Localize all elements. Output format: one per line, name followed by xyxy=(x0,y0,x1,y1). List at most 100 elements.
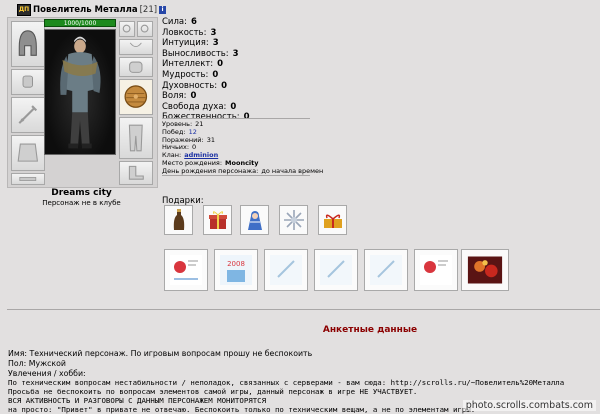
gift-card[interactable] xyxy=(314,249,358,291)
draws-value: 0 xyxy=(192,143,197,152)
stat-value: 0 xyxy=(212,69,219,80)
profile-gender-line: Пол: Мужской xyxy=(8,359,66,368)
snow-card-icon xyxy=(370,255,402,285)
helmet-slot[interactable] xyxy=(11,21,45,67)
stat-row: Сила: 6 xyxy=(162,17,250,28)
amulet-icon xyxy=(130,42,142,48)
stat-value: 0 xyxy=(190,91,197,102)
gift-item[interactable] xyxy=(203,205,232,235)
info-icon[interactable]: i xyxy=(159,6,167,14)
info-label: Поражений: xyxy=(162,135,204,144)
warrior-figure-icon xyxy=(60,36,101,149)
birthplace-value: Mooncity xyxy=(225,158,259,167)
snowflake-icon xyxy=(283,210,304,230)
info-label: Побед: xyxy=(162,127,186,136)
ring-slot-2[interactable] xyxy=(137,21,153,37)
info-label: День рождения персонажа: xyxy=(162,166,259,175)
shield-slot[interactable] xyxy=(119,79,153,115)
clan-link[interactable]: adminion xyxy=(184,151,218,159)
gift-card[interactable] xyxy=(414,249,458,291)
profile-title: Анкетные данные xyxy=(322,325,418,335)
stat-row: Выносливость: 3 xyxy=(162,49,250,60)
stat-label: Духовность: xyxy=(162,80,218,91)
armor-icon xyxy=(17,143,39,163)
character-name: Повелитель Металла xyxy=(33,5,138,15)
info-label: Место рождения: xyxy=(162,158,223,167)
new-year-card-icon xyxy=(420,255,452,285)
bracers-icon xyxy=(22,76,34,88)
stat-value: 0 xyxy=(217,59,224,70)
boots-icon xyxy=(129,166,144,180)
character-level: [21] xyxy=(139,5,158,15)
stat-label: Интуиция: xyxy=(162,38,209,49)
stat-row: Свобода духа: 0 xyxy=(162,102,250,113)
stat-label: Интеллект: xyxy=(162,59,214,70)
gift-item[interactable] xyxy=(318,205,347,235)
stat-label: Воля: xyxy=(162,91,187,102)
stats-list: Сила: 6 Ловкость: 3 Интуиция: 3 Выносливост… xyxy=(162,17,250,123)
birthday-value: до начала времен xyxy=(261,166,324,175)
watermark: photo.scrolls.combats.com xyxy=(462,400,596,411)
round-shield-icon xyxy=(124,85,148,109)
gift-card[interactable] xyxy=(461,249,509,291)
stat-row: Ловкость: 3 xyxy=(162,28,250,39)
info-label: Клан: xyxy=(162,151,182,160)
ring-slot-1[interactable] xyxy=(119,21,135,37)
level-value: 21 xyxy=(195,120,204,128)
profile-hobby-label: Увлечения / хобби: xyxy=(8,369,86,378)
calendar-card-icon: 2008 xyxy=(220,255,252,285)
gift-box-icon xyxy=(208,211,227,229)
club-status: Персонаж не в клубе xyxy=(42,199,121,207)
sword-icon xyxy=(18,105,38,125)
belt-icon xyxy=(19,177,37,181)
gift-card[interactable] xyxy=(164,249,208,291)
amulet-slot[interactable] xyxy=(119,39,153,55)
svg-text:2008: 2008 xyxy=(227,260,245,268)
stat-row: Интеллект: 0 xyxy=(162,59,250,70)
stat-value: 3 xyxy=(210,27,217,38)
belt-slot[interactable] xyxy=(11,173,45,185)
leggings-icon xyxy=(129,124,143,152)
gift-item[interactable] xyxy=(164,205,193,235)
equipment-panel: 1000/1000 xyxy=(7,17,158,188)
character-header: ДП Повелитель Металла [21] i xyxy=(17,4,167,16)
divider xyxy=(7,309,600,310)
stat-row: Мудрость: 0 xyxy=(162,70,250,81)
new-year-card-icon xyxy=(170,255,202,285)
leggings-slot[interactable] xyxy=(119,117,153,159)
bottle-gift-icon xyxy=(173,209,184,230)
city-name: Dreams city xyxy=(51,188,112,198)
profile-name-line: Имя: Технический персонаж. По игровым во… xyxy=(8,349,313,358)
gift-item[interactable] xyxy=(279,205,308,235)
stat-label: Свобода духа: xyxy=(162,101,227,112)
stat-value: 0 xyxy=(230,101,237,112)
bracers-slot[interactable] xyxy=(11,69,45,95)
ring-icon xyxy=(123,25,131,33)
gift-card[interactable] xyxy=(364,249,408,291)
stat-label: Сила: xyxy=(162,17,187,27)
boots-slot[interactable] xyxy=(119,161,153,185)
fireworks-card-icon xyxy=(467,256,503,284)
character-portrait xyxy=(44,29,116,155)
snow-card-icon xyxy=(270,255,302,285)
gift-card[interactable] xyxy=(264,249,308,291)
gloves-icon xyxy=(129,61,143,73)
gift-bow-icon xyxy=(323,214,342,228)
armor-slot[interactable] xyxy=(11,135,45,171)
snow-maiden-icon xyxy=(247,211,262,230)
profile-hobby-line: Просьба не беспокоить по вопросам элемен… xyxy=(8,387,418,396)
stat-row: Воля: 0 xyxy=(162,91,250,102)
ring-icon xyxy=(141,25,149,33)
gloves-slot[interactable] xyxy=(119,57,153,77)
snow-card-icon xyxy=(320,255,352,285)
guild-badge-icon: ДП xyxy=(17,4,31,16)
weapon-slot[interactable] xyxy=(11,97,45,133)
stat-value: 6 xyxy=(190,17,197,27)
hp-bar: 1000/1000 xyxy=(44,19,116,27)
stat-label: Мудрость: xyxy=(162,69,209,80)
profile-hobby-line: По техническим вопросам нестабильности /… xyxy=(8,378,565,387)
divider xyxy=(162,175,310,176)
gift-card[interactable]: 2008 xyxy=(214,249,258,291)
gift-item[interactable] xyxy=(240,205,269,235)
losses-value: 31 xyxy=(206,135,215,144)
